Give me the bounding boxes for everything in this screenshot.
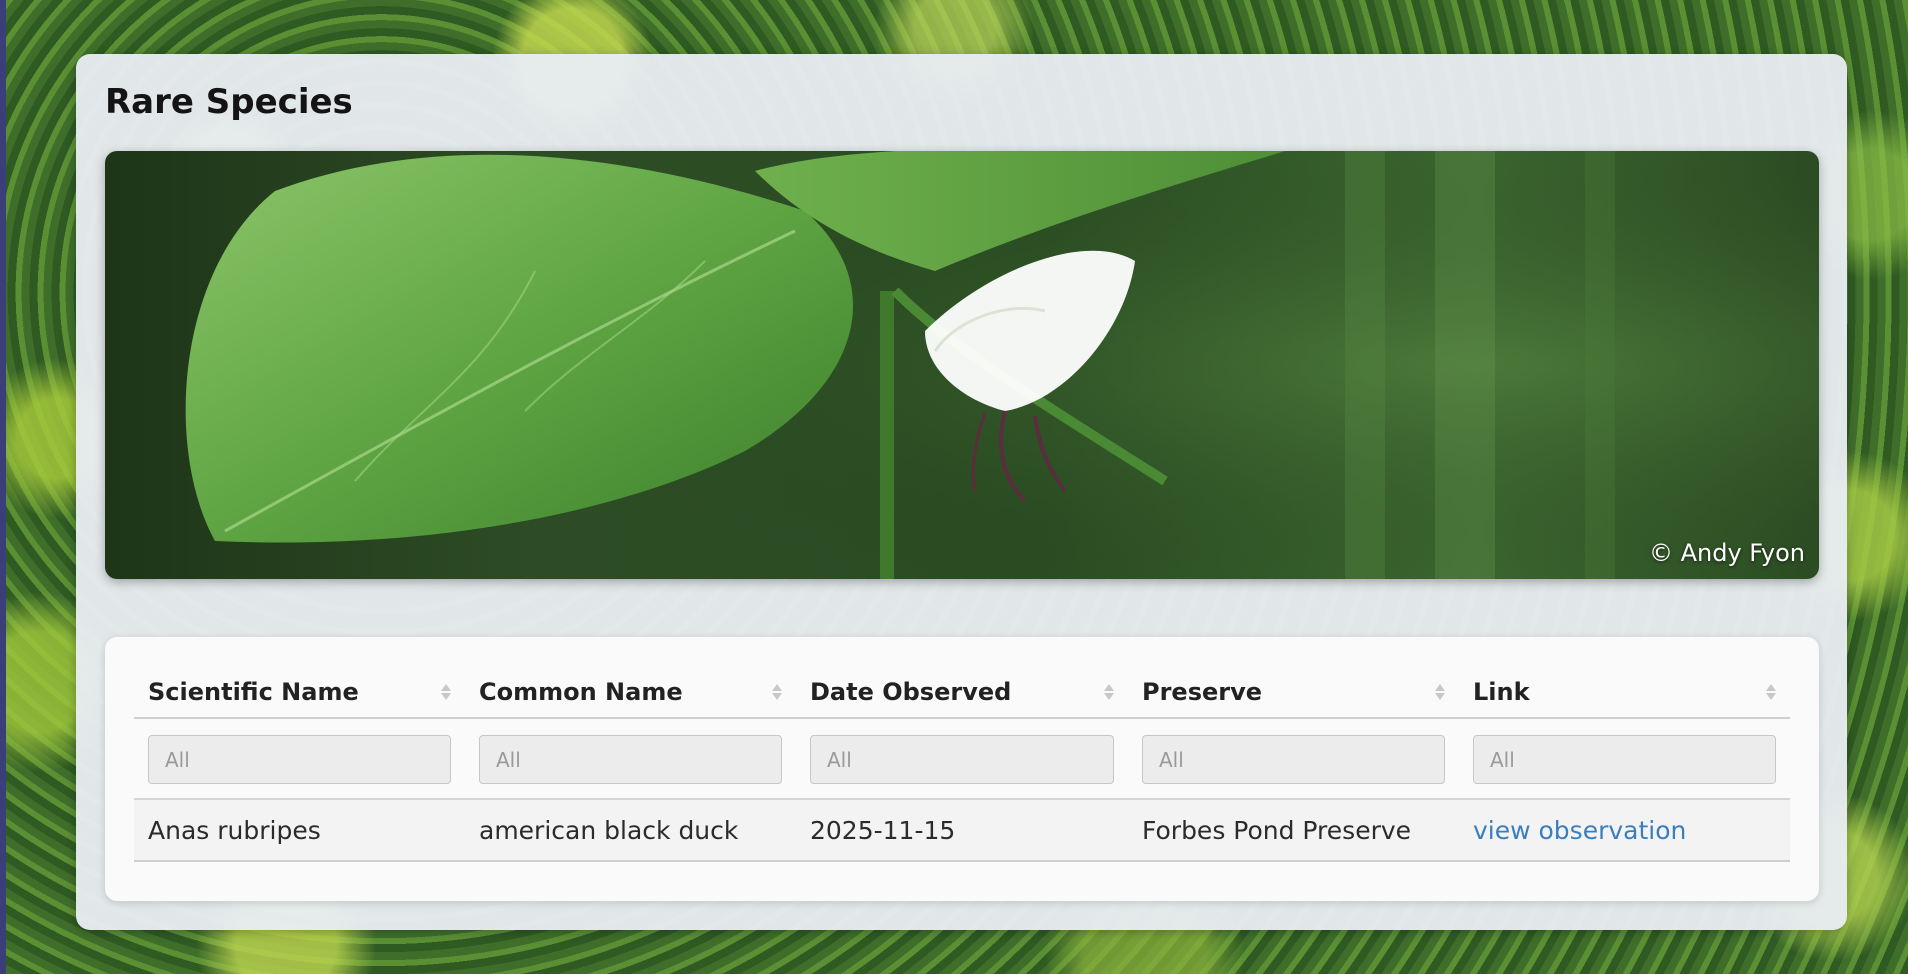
hero-image: © Andy Fyon (105, 151, 1819, 579)
cell-date-observed: 2025-11-15 (796, 799, 1128, 862)
cell-link: view observation (1459, 799, 1790, 862)
sort-icon[interactable] (1435, 684, 1445, 700)
filter-date-observed-input[interactable] (810, 735, 1114, 784)
hero-photo-illustration (105, 151, 1819, 579)
photo-credit: © Andy Fyon (1648, 539, 1805, 567)
page-title: Rare Species (105, 82, 353, 122)
cell-scientific-name: Anas rubripes (134, 799, 465, 862)
sort-icon[interactable] (772, 684, 782, 700)
observations-table: Scientific Name Common Name Date Observe… (134, 667, 1790, 862)
filter-scientific-name-input[interactable] (148, 735, 451, 784)
filter-common-name-input[interactable] (479, 735, 782, 784)
observations-table-card: Scientific Name Common Name Date Observe… (105, 637, 1819, 901)
column-header-label: Common Name (479, 678, 683, 706)
window-edge (0, 0, 6, 974)
cell-common-name: american black duck (465, 799, 796, 862)
table-row: Anas rubripes american black duck 2025-1… (134, 799, 1790, 862)
sort-icon[interactable] (1104, 684, 1114, 700)
cell-preserve: Forbes Pond Preserve (1128, 799, 1459, 862)
filter-preserve-input[interactable] (1142, 735, 1445, 784)
column-header-link[interactable]: Link (1459, 667, 1790, 719)
column-header-label: Date Observed (810, 678, 1012, 706)
rare-species-panel: Rare Species © Andy Fyon Scientific Name… (76, 54, 1847, 930)
column-header-label: Scientific Name (148, 678, 359, 706)
column-header-preserve[interactable]: Preserve (1128, 667, 1459, 719)
sort-icon[interactable] (1766, 684, 1776, 700)
sort-icon[interactable] (441, 684, 451, 700)
filter-link-input[interactable] (1473, 735, 1776, 784)
column-header-scientific-name[interactable]: Scientific Name (134, 667, 465, 719)
table-header-row: Scientific Name Common Name Date Observe… (134, 667, 1790, 719)
column-header-date-observed[interactable]: Date Observed (796, 667, 1128, 719)
column-header-label: Preserve (1142, 678, 1263, 706)
filter-row (134, 718, 1790, 800)
column-header-common-name[interactable]: Common Name (465, 667, 796, 719)
view-observation-link[interactable]: view observation (1473, 816, 1686, 845)
column-header-label: Link (1473, 678, 1530, 706)
